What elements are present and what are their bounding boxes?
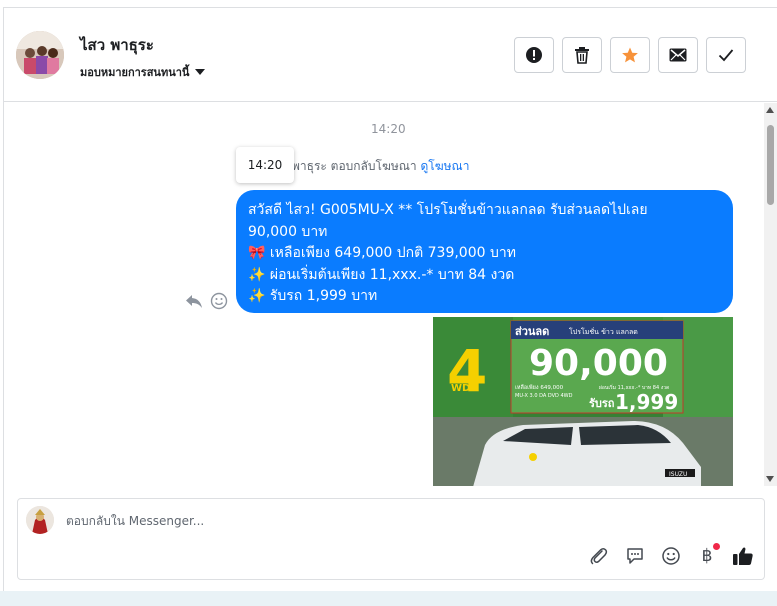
chat-bubble-icon (627, 548, 643, 564)
ad-model-note: MU-X 3.0 DA DVD 4WD (515, 393, 573, 399)
scroll-up-arrow-icon[interactable] (766, 107, 774, 113)
ad-reply-note: พาธุระ ตอบกลับโฆษณา ดูโฆษณา (292, 157, 469, 176)
conversation-header: ไสว พาธุระ มอบหมายการสนทนานี้ (4, 8, 777, 102)
scroll-down-arrow-icon[interactable] (766, 476, 774, 482)
mark-unread-button[interactable] (658, 37, 698, 73)
message-line: สวัสดี ไสว! G005MU-X ** โปรโมชั่นข้าวแลก… (248, 202, 648, 218)
ad-drive-number: 4 (447, 337, 487, 405)
reply-icon[interactable] (184, 293, 204, 309)
ad-pickup-label: รับรถ (589, 397, 615, 410)
ad-image[interactable]: 4 WD ส่วนลด โปรโมชั่น ข้าว แลกลด 90,000 … (433, 317, 733, 486)
ad-drive-label: WD (451, 383, 470, 394)
ad-pickup-amount: 1,999 (615, 390, 678, 414)
paperclip-icon (590, 548, 608, 565)
ad-reply-text: พาธุระ ตอบกลับโฆษณา (292, 159, 417, 173)
like-button[interactable] (732, 545, 754, 567)
star-icon (622, 47, 638, 63)
attach-button[interactable] (588, 545, 610, 567)
scroll-thumb[interactable] (767, 125, 774, 205)
react-emoji-icon[interactable] (210, 292, 228, 310)
ad-discount-label: ส่วนลด (515, 325, 549, 338)
composer-tools: ฿ (588, 543, 754, 567)
thread-scrollbar[interactable] (764, 103, 777, 486)
conversation-panel: ไสว พาธุระ มอบหมายการสนทนานี้ 14:20 พาธุ… (3, 7, 777, 591)
emoji-button[interactable] (660, 545, 682, 567)
message-line: ✨ ผ่อนเริ่มต้นเพียง 11,xxx.-* บาท 84 งวด (248, 266, 515, 283)
saved-replies-button[interactable] (624, 545, 646, 567)
assign-label: มอบหมายการสนทนานี้ (80, 66, 190, 79)
ad-price-note: เหลือเพียง 649,000 (515, 384, 564, 391)
contact-avatar[interactable] (16, 31, 64, 79)
message-line: ✨ รับรถ 1,999 บาท (248, 288, 378, 304)
message-thread[interactable]: 14:20 พาธุระ ตอบกลับโฆษณา ดูโฆษณา 14:20 … (4, 103, 764, 486)
ad-discount-amount: 90,000 (529, 343, 668, 384)
ad-promo-label: โปรโมชั่น ข้าว แลกลด (569, 327, 638, 336)
mark-spam-button[interactable] (514, 37, 554, 73)
thumbs-up-icon (733, 547, 753, 565)
message-line: 🎀 เหลือเพียง 649,000 ปกติ 739,000 บาท (248, 245, 516, 261)
mail-icon (669, 48, 687, 62)
emoji-icon (662, 547, 680, 565)
bottom-strip (0, 591, 777, 606)
star-button[interactable] (610, 37, 650, 73)
assign-conversation-dropdown[interactable]: มอบหมายการสนทนานี้ (80, 63, 206, 81)
payment-button[interactable]: ฿ (696, 543, 720, 567)
reply-composer: ฿ (17, 498, 765, 580)
view-ad-link[interactable]: ดูโฆษณา (421, 159, 470, 173)
message-actions (184, 292, 228, 310)
reply-input[interactable] (66, 514, 666, 528)
message-line: 90,000 บาท (248, 223, 328, 240)
trash-icon (575, 47, 589, 64)
mark-done-button[interactable] (706, 37, 746, 73)
baht-icon: ฿ (701, 546, 713, 566)
time-tooltip: 14:20 (236, 147, 294, 183)
page-avatar (26, 506, 54, 534)
delete-button[interactable] (562, 37, 602, 73)
alert-icon (526, 47, 542, 63)
check-icon (718, 49, 734, 62)
notification-dot (713, 543, 720, 550)
caret-down-icon (195, 69, 206, 75)
message-bubble[interactable]: สวัสดี ไสว! G005MU-X ** โปรโมชั่นข้าวแลก… (236, 190, 733, 313)
message-timestamp: 14:20 (371, 122, 406, 136)
ad-brand: ISUZU (669, 471, 687, 478)
contact-name[interactable]: ไสว พาธุระ (80, 33, 154, 57)
